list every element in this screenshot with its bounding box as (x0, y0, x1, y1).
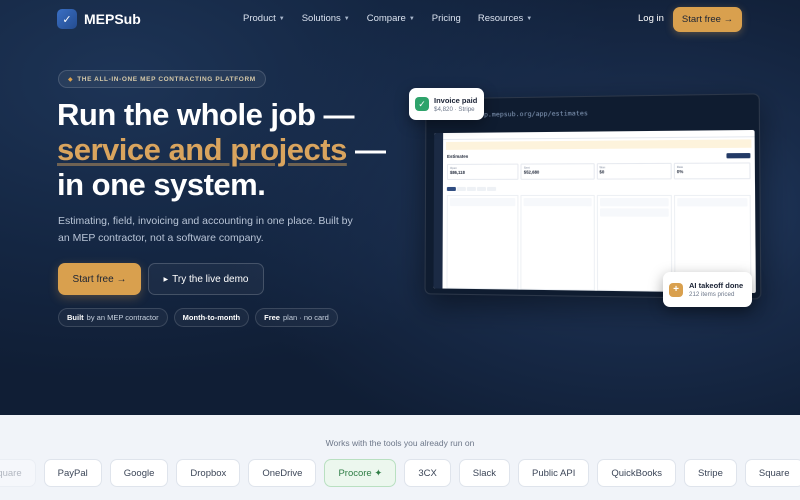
headline-tail: — (346, 132, 386, 167)
integration-chip-quickbooks[interactable]: QuickBooks (597, 459, 677, 487)
integrations-section (0, 415, 800, 500)
integration-chip-public-api[interactable]: Public API (518, 459, 590, 487)
mockup-tab (476, 186, 487, 191)
stat-value: $86,118 (449, 169, 465, 175)
plus-icon: + (669, 282, 683, 297)
trust-rest: by an MEP contractor (86, 313, 159, 322)
mockup-column (446, 194, 519, 290)
check-icon: ✓ (415, 97, 429, 111)
mockup-stat: Rate 0% (673, 162, 751, 180)
stat-value: $52,680 (523, 169, 540, 175)
mockup-tabs (446, 186, 497, 191)
invoice-paid-toast: ✓ Invoice paid $4,820 · Stripe (409, 88, 484, 120)
stat-value: $0 (599, 169, 605, 175)
headline-accent: service and projects (57, 132, 347, 167)
mockup-tab (487, 186, 497, 191)
trust-chip-free: Free plan · no card (255, 308, 338, 327)
integration-chip-square[interactable]: Square (744, 459, 800, 487)
toast-title: Invoice paid (434, 95, 478, 105)
integration-chip-slack[interactable]: Slack (458, 459, 511, 487)
integrations-title: Works with the tools you already run on (325, 438, 475, 448)
mockup-tab (466, 186, 476, 191)
mockup-card (599, 208, 669, 217)
mockup-topbar (443, 129, 755, 140)
brand-logo[interactable]: ✓ MEPSub (57, 9, 141, 29)
headline-line-1: Run the whole job — (57, 97, 355, 132)
integration-chip-square[interactable]: Square (0, 459, 36, 487)
integration-chip-dropbox[interactable]: Dropbox (176, 459, 241, 487)
mockup-tab (456, 186, 466, 191)
headline-line-2: service and projects — (57, 132, 386, 167)
nav-item-compare[interactable]: Compare ▼ (367, 13, 415, 24)
nav-item-solutions[interactable]: Solutions ▼ (302, 13, 350, 24)
chevron-down-icon: ▼ (408, 15, 415, 22)
nav-label: Solutions (301, 13, 341, 24)
platform-badge: ◆ THE ALL-IN-ONE MEP CONTRACTING PLATFOR… (58, 70, 266, 88)
mockup-stat: Sent $52,680 (520, 163, 595, 180)
mockup-screen: Estimates Open $86,118 Sent $52,680 Won $0 … (433, 129, 756, 294)
mockup-card (449, 198, 516, 207)
mockup-url: app.mepsub.org/app/estimates (476, 109, 588, 119)
toast-subtitle: 212 items priced (689, 291, 735, 298)
badge-label: THE ALL-IN-ONE MEP CONTRACTING PLATFORM (77, 75, 256, 83)
chevron-down-icon: ▼ (343, 15, 350, 22)
login-link[interactable]: Log in (638, 13, 664, 24)
mockup-stat: Open $86,118 (446, 163, 519, 180)
mockup-card (676, 198, 748, 207)
mockup-column (596, 194, 672, 292)
main-nav: Product ▼ Solutions ▼ Compare ▼ Pricing … (243, 13, 549, 24)
app-mockup: app.mepsub.org/app/estimates Estimates O… (424, 93, 762, 300)
mockup-stat: Won $0 (596, 162, 672, 180)
integration-chip-paypal[interactable]: PayPal (43, 459, 102, 487)
integrations-row: SquarePayPalGoogleDropboxOneDriveProcore… (0, 459, 800, 487)
trust-rest: plan · no card (282, 313, 329, 322)
integration-chip-onedrive[interactable]: OneDrive (248, 459, 317, 487)
trust-chip-built: Built by an MEP contractor (58, 308, 168, 327)
stat-value: 0% (676, 168, 684, 175)
try-demo-button[interactable]: ▶ Try the live demo (148, 263, 264, 295)
integration-chip-stripe[interactable]: Stripe (684, 459, 737, 487)
mockup-card (599, 198, 669, 207)
diamond-icon: ◆ (68, 76, 74, 83)
nav-item-pricing[interactable]: Pricing (432, 13, 461, 24)
mockup-sidebar (433, 133, 444, 289)
nav-label: Product (243, 13, 276, 24)
mockup-stats: Open $86,118 Sent $52,680 Won $0 Rate 0% (446, 162, 751, 180)
nav-item-product[interactable]: Product ▼ (243, 13, 285, 24)
chevron-down-icon: ▼ (278, 15, 285, 22)
play-icon: ▶ (163, 276, 169, 283)
nav-start-free-button[interactable]: Start free → (673, 7, 742, 32)
nav-label: Compare (366, 13, 406, 24)
brand-name: MEPSub (84, 11, 141, 27)
integration-chip-procore[interactable]: Procore ✦ (324, 459, 397, 487)
toast-title: AI takeoff done (689, 281, 744, 290)
trust-bold: Month-to-month (182, 313, 241, 322)
trust-bold: Free (264, 313, 280, 322)
nav-item-resources[interactable]: Resources ▼ (478, 13, 532, 24)
ai-takeoff-toast: + AI takeoff done 212 items priced (663, 272, 752, 307)
mockup-frame: app.mepsub.org/app/estimates Estimates O… (424, 93, 762, 300)
mockup-alert (446, 139, 752, 150)
nav-label: Resources (477, 13, 524, 24)
logo-check-icon: ✓ (57, 9, 77, 29)
integration-chip-3cx[interactable]: 3CX (404, 459, 451, 487)
hero-headline: Run the whole job — service and projects… (57, 97, 386, 202)
demo-label: Try the live demo (172, 273, 249, 285)
hero-subtext: Estimating, field, invoicing and account… (58, 215, 353, 244)
nav-label: Pricing (431, 13, 461, 24)
trust-bold: Built (67, 313, 84, 322)
mockup-card (523, 198, 592, 207)
mockup-column (520, 194, 595, 291)
start-free-button[interactable]: Start free → (58, 263, 141, 295)
integration-chip-google[interactable]: Google (109, 459, 169, 487)
mockup-new-button (726, 153, 751, 159)
mockup-title: Estimates (447, 153, 469, 159)
headline-line-3: in one system. (57, 167, 266, 202)
hero-section: ✓ MEPSub Product ▼ Solutions ▼ Compare ▼… (0, 0, 800, 415)
toast-subtitle: $4,820 · Stripe (434, 105, 475, 113)
trust-chips: Built by an MEP contractor Month-to-month… (58, 308, 338, 327)
chevron-down-icon: ▼ (526, 15, 533, 22)
mockup-tab (446, 186, 456, 191)
trust-chip-month: Month-to-month (173, 308, 250, 327)
